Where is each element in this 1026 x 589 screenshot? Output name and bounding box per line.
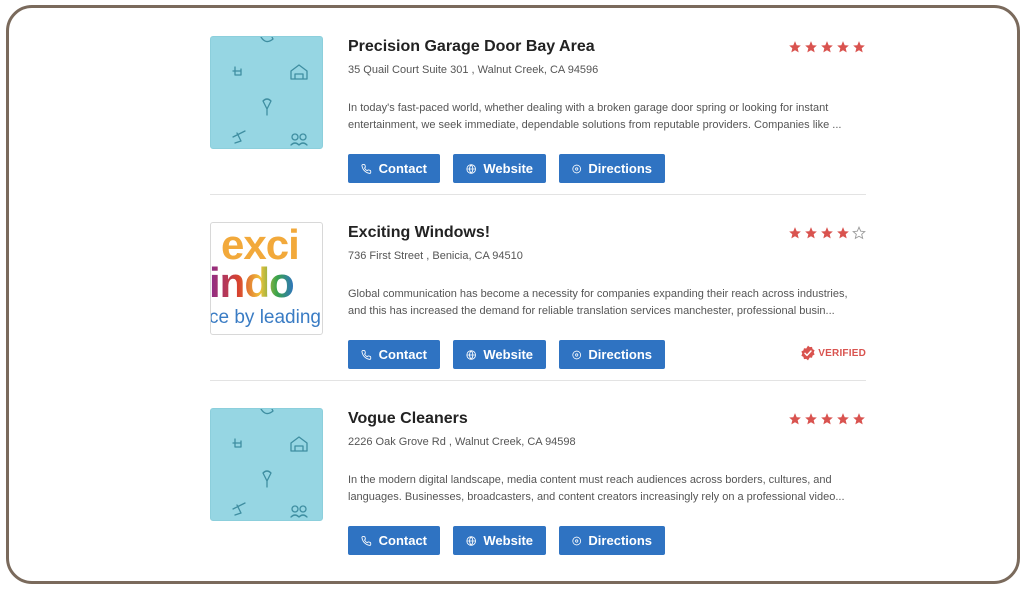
verified-label: VERIFIED xyxy=(818,347,866,359)
listing-thumbnail[interactable] xyxy=(210,408,323,521)
phone-icon xyxy=(361,349,372,360)
star-filled-icon xyxy=(805,413,817,425)
listing-logo[interactable]: exci indo ce by leading xyxy=(210,222,323,335)
phone-icon xyxy=(361,535,372,546)
star-filled-icon xyxy=(805,227,817,239)
website-label: Website xyxy=(483,347,533,362)
listing-title[interactable]: Vogue Cleaners xyxy=(348,410,468,428)
star-filled-icon xyxy=(821,227,833,239)
star-filled-icon xyxy=(853,413,865,425)
star-filled-icon xyxy=(853,41,865,53)
contact-label: Contact xyxy=(378,533,427,548)
star-rating xyxy=(788,226,866,240)
website-button[interactable]: Website xyxy=(453,526,546,555)
listing-description: Global communication has become a necess… xyxy=(348,286,863,320)
contact-button[interactable]: Contact xyxy=(348,526,440,555)
contact-label: Contact xyxy=(378,161,427,176)
star-filled-icon xyxy=(837,41,849,53)
listing-address: 736 First Street , Benicia, CA 94510 xyxy=(348,250,523,262)
star-rating xyxy=(788,40,866,54)
action-buttons: Contact Website Directions xyxy=(348,526,665,555)
listing-description: In today's fast-paced world, whether dea… xyxy=(348,100,863,134)
website-label: Website xyxy=(483,533,533,548)
star-filled-icon xyxy=(837,227,849,239)
description-line: languages. Businesses, broadcasters, and… xyxy=(348,491,845,503)
listing-description: In the modern digital landscape, media c… xyxy=(348,472,863,506)
directions-button[interactable]: Directions xyxy=(559,154,665,183)
directions-button[interactable]: Directions xyxy=(559,340,665,369)
verified-badge: VERIFIED xyxy=(800,345,866,361)
star-filled-icon xyxy=(805,41,817,53)
star-filled-icon xyxy=(821,41,833,53)
listings-panel: Precision Garage Door Bay Area 35 Quail … xyxy=(6,5,1020,584)
description-line: In today's fast-paced world, whether dea… xyxy=(348,102,829,114)
website-label: Website xyxy=(483,161,533,176)
star-filled-icon xyxy=(789,227,801,239)
verified-badge-icon xyxy=(801,345,815,361)
star-filled-icon xyxy=(821,413,833,425)
map-pin-icon xyxy=(572,350,582,359)
listing-thumbnail[interactable] xyxy=(210,36,323,149)
description-line: entertainment, we seek immediate, depend… xyxy=(348,119,842,131)
listing-address: 2226 Oak Grove Rd , Walnut Creek, CA 945… xyxy=(348,436,576,448)
business-list: Precision Garage Door Bay Area 35 Quail … xyxy=(210,8,866,566)
description-line: and this has increased the demand for re… xyxy=(348,305,835,317)
listing-address: 35 Quail Court Suite 301 , Walnut Creek,… xyxy=(348,64,599,76)
website-button[interactable]: Website xyxy=(453,340,546,369)
star-filled-icon xyxy=(789,413,801,425)
star-filled-icon xyxy=(837,413,849,425)
directions-label: Directions xyxy=(588,533,652,548)
description-line: Global communication has become a necess… xyxy=(348,288,848,300)
directions-label: Directions xyxy=(588,161,652,176)
star-empty-icon xyxy=(852,226,866,240)
listing-card: exci indo ce by leading Exciting Windows… xyxy=(210,194,866,380)
description-line: In the modern digital landscape, media c… xyxy=(348,474,832,486)
contact-button[interactable]: Contact xyxy=(348,154,440,183)
action-buttons: Contact Website Directions xyxy=(348,340,665,369)
map-pin-icon xyxy=(572,536,582,545)
phone-icon xyxy=(361,163,372,174)
directions-label: Directions xyxy=(588,347,652,362)
globe-icon xyxy=(466,349,476,360)
logo-text-middle: indo xyxy=(210,259,295,306)
action-buttons: Contact Website Directions xyxy=(348,154,665,183)
listing-title[interactable]: Precision Garage Door Bay Area xyxy=(348,38,595,56)
listing-card: Vogue Cleaners 2226 Oak Grove Rd , Walnu… xyxy=(210,380,866,566)
logo-text-bottom: ce by leading xyxy=(210,307,321,328)
listing-card: Precision Garage Door Bay Area 35 Quail … xyxy=(210,8,866,194)
star-rating xyxy=(788,412,866,426)
listing-title[interactable]: Exciting Windows! xyxy=(348,224,490,242)
contact-label: Contact xyxy=(378,347,427,362)
globe-icon xyxy=(466,163,476,174)
directions-button[interactable]: Directions xyxy=(559,526,665,555)
map-pin-icon xyxy=(572,164,582,173)
contact-button[interactable]: Contact xyxy=(348,340,440,369)
star-filled-icon xyxy=(789,41,801,53)
website-button[interactable]: Website xyxy=(453,154,546,183)
globe-icon xyxy=(466,535,476,546)
